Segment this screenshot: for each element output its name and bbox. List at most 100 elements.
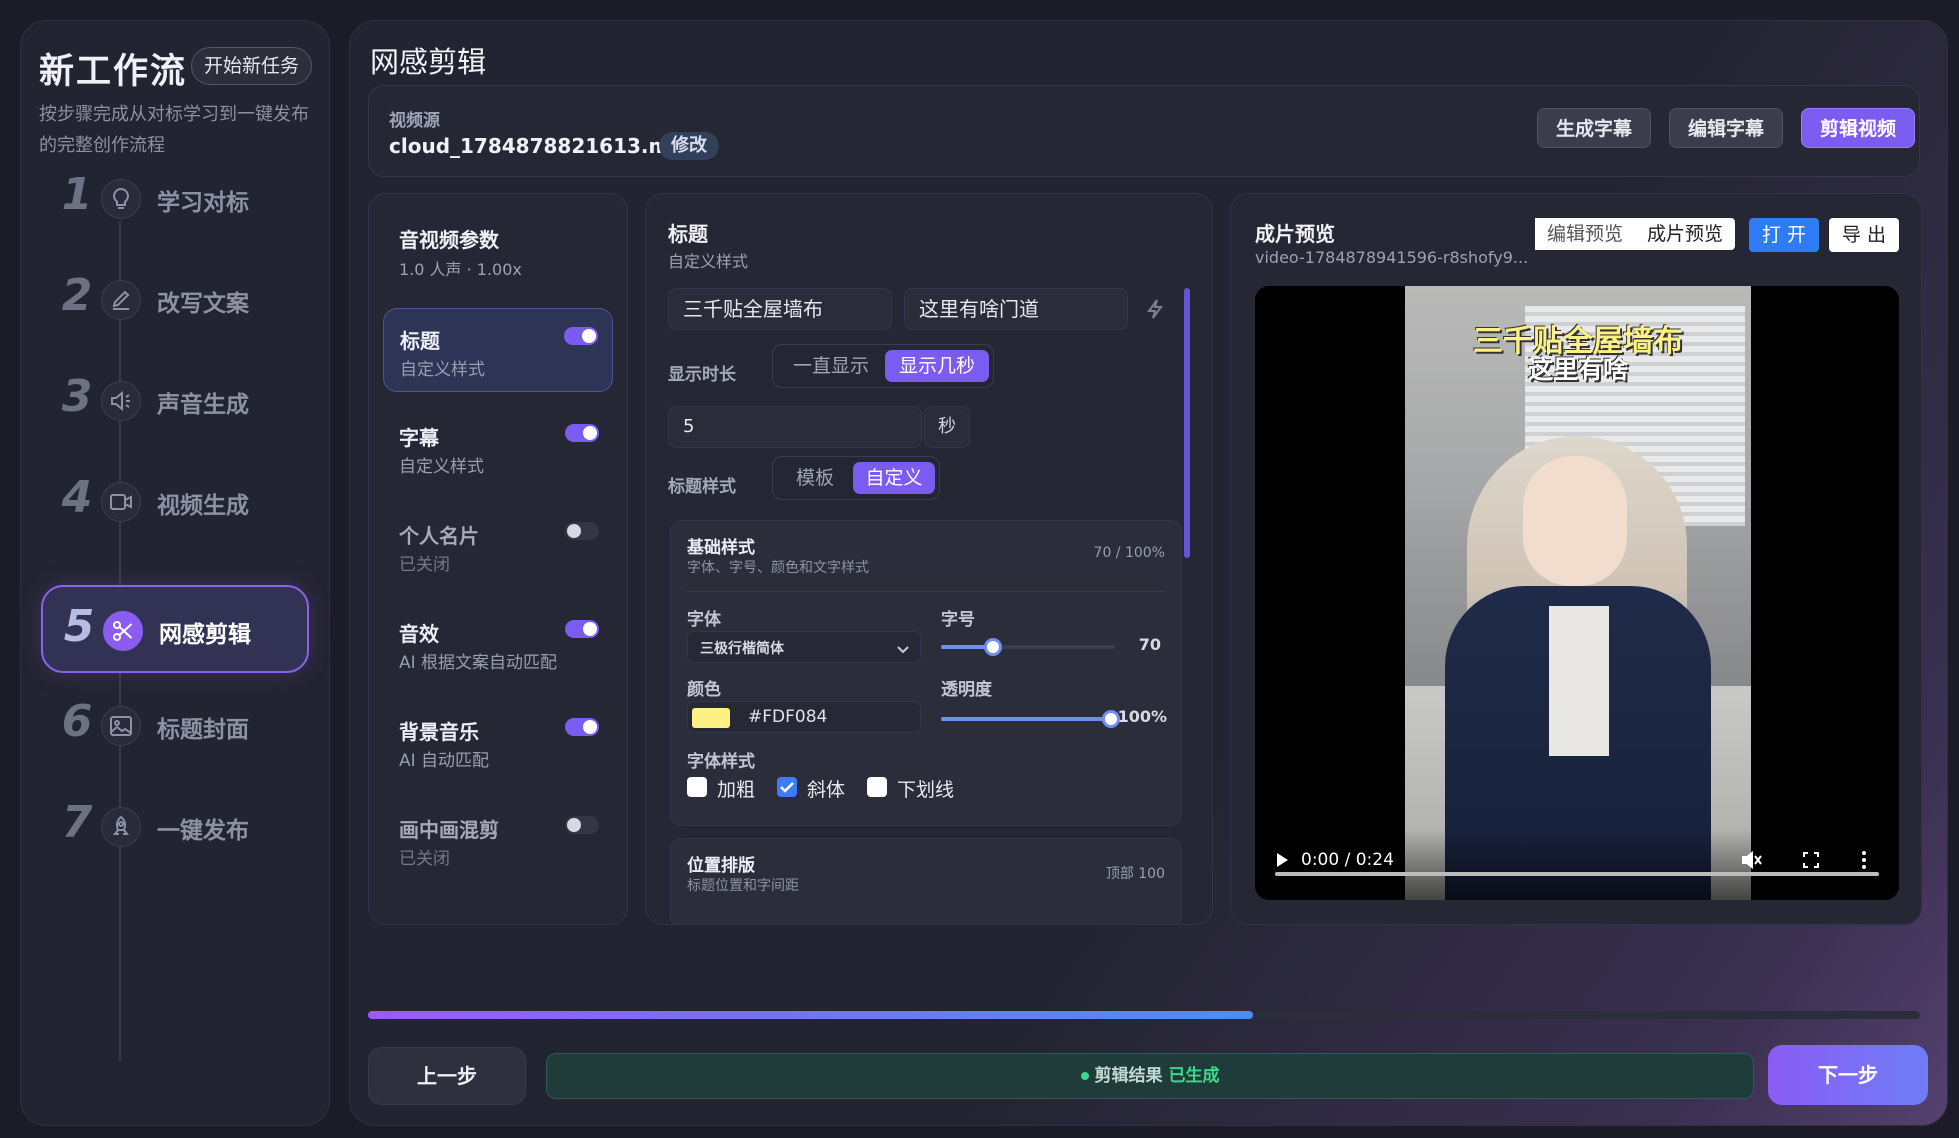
scrollbar[interactable] [1184,288,1190,558]
video-progress-bar[interactable] [1275,872,1879,876]
title-settings-subtitle: 自定义样式 [668,252,749,271]
step-title-cover[interactable]: 6 标题封面 [41,682,309,770]
step-smart-editing[interactable]: 5 网感剪辑 [41,585,309,673]
background-music-toggle[interactable] [565,718,599,736]
param-item-subtitles[interactable]: 字幕 自定义样式 [383,406,613,490]
duration-always-option[interactable]: 一直显示 [779,350,883,382]
title-style-label: 标题样式 [668,477,736,497]
title-line1-input[interactable]: 三千贴全屋墙布 [668,288,892,330]
previous-step-button[interactable]: 上一步 [368,1047,526,1105]
item-subtitle: AI 根据文案自动匹配 [399,653,558,673]
basic-style-title: 基础样式 [687,538,755,558]
step-number: 4 [61,472,93,523]
font-size-slider[interactable] [941,638,1115,656]
step-number: 5 [63,601,95,652]
step-rewrite-copy[interactable]: 2 改写文案 [41,256,309,344]
font-select-value: 三极行楷简体 [700,641,784,657]
modify-source-button[interactable]: 修改 [659,132,719,160]
step-one-click-publish[interactable]: 7 一键发布 [41,783,309,871]
slider-handle[interactable] [984,638,1003,656]
source-label: 视频源 [389,111,440,131]
position-value: 顶部 100 [1105,866,1165,882]
opacity-value: 100% [1117,707,1167,726]
step-label: 声音生成 [157,392,249,418]
title-toggle[interactable] [564,327,598,345]
export-button[interactable]: 导 出 [1829,218,1899,252]
edit-video-button[interactable]: 剪辑视频 [1801,108,1916,148]
step-voice-generation[interactable]: 3 声音生成 [41,357,309,445]
tab-final-preview[interactable]: 成片预览 [1635,218,1735,250]
param-item-sound-effects[interactable]: 音效 AI 根据文案自动匹配 [383,602,613,686]
mute-icon[interactable] [1741,850,1763,874]
video-caption-line2: 这里有啥 [1527,355,1628,384]
next-step-button[interactable]: 下一步 [1768,1045,1928,1105]
image-icon [101,706,141,746]
person-shirt [1549,606,1609,756]
play-icon[interactable] [1275,852,1289,872]
generate-subtitles-button[interactable]: 生成字幕 [1537,108,1652,148]
item-title: 字幕 [399,426,439,450]
item-subtitle: 自定义样式 [399,457,484,477]
subtitles-toggle[interactable] [565,424,599,442]
tab-edit-preview[interactable]: 编辑预览 [1535,218,1635,250]
fullscreen-icon[interactable] [1803,852,1819,872]
title-line2-input[interactable]: 这里有啥门道 [904,288,1128,330]
step-number: 7 [61,797,93,848]
item-title: 背景音乐 [399,720,479,744]
style-custom-option[interactable]: 自定义 [853,462,935,494]
duration-seconds-option[interactable]: 显示几秒 [885,350,989,382]
check-icon [780,782,794,793]
preview-title: 成片预览 [1255,222,1335,246]
result-status-bar: 剪辑结果 已生成 [546,1053,1754,1099]
pip-mix-toggle[interactable] [565,816,599,834]
step-video-generation[interactable]: 4 视频生成 [41,458,309,546]
param-item-title[interactable]: 标题 自定义样式 [383,308,613,392]
sound-effects-toggle[interactable] [565,620,599,638]
video-controls: 0:00 / 0:24 [1255,828,1899,900]
source-filename: cloud_1784878821613.mp4 [389,134,698,158]
preview-filename: video-1784878941596-r8shofy9... [1255,248,1529,267]
business-card-toggle[interactable] [565,522,599,540]
style-template-option[interactable]: 模板 [779,462,851,494]
param-item-background-music[interactable]: 背景音乐 AI 自动匹配 [383,700,613,784]
workflow-sidebar: 新工作流 开始新任务 按步骤完成从对标学习到一键发布的完整创作流程 1 学习对标… [20,20,330,1126]
step-number: 3 [61,371,93,422]
duration-label: 显示时长 [668,365,736,385]
preview-column: 成片预览 video-1784878941596-r8shofy9... 编辑预… [1230,193,1922,925]
pen-icon [101,280,141,320]
param-item-pip-mix[interactable]: 画中画混剪 已关闭 [383,798,613,882]
seconds-input[interactable]: 5 [668,406,922,448]
rocket-icon [101,807,141,847]
step-label: 一键发布 [157,818,249,844]
title-style-segmented: 模板 自定义 [772,456,940,500]
color-label: 颜色 [687,680,721,700]
param-item-business-card[interactable]: 个人名片 已关闭 [383,504,613,588]
duration-segmented: 一直显示 显示几秒 [772,344,994,388]
item-subtitle: 自定义样式 [400,360,485,380]
opacity-slider[interactable] [941,710,1120,728]
step-label: 学习对标 [157,190,249,216]
position-card[interactable]: 位置排版 标题位置和字间距 顶部 100 [670,838,1182,924]
preview-tabs: 编辑预览 成片预览 [1535,218,1735,250]
lightning-icon[interactable] [1146,298,1164,324]
main-panel: 网感剪辑 视频源 cloud_1784878821613.mp4 修改 生成字幕… [349,20,1948,1126]
font-select[interactable]: 三极行楷简体 [687,631,921,663]
bold-checkbox[interactable] [687,777,707,797]
basic-style-value: 70 / 100% [1093,545,1165,561]
color-swatch[interactable] [692,708,730,728]
color-input[interactable]: #FDF084 [687,701,921,733]
video-camera-icon [101,482,141,522]
more-options-icon[interactable] [1861,850,1867,874]
open-button[interactable]: 打 开 [1749,218,1819,252]
step-label: 改写文案 [157,291,249,317]
new-task-button[interactable]: 开始新任务 [191,47,313,85]
video-frame: 三千贴全屋墙布 这里有啥 [1405,286,1751,900]
italic-checkbox[interactable] [777,777,797,797]
workflow-progress-bar [368,1011,1920,1019]
video-player[interactable]: 三千贴全屋墙布 这里有啥 0:00 / 0:24 [1255,286,1899,900]
params-column: 音视频参数 1.0 人声 · 1.00x 标题 自定义样式 字幕 自定义样式 个… [368,193,628,925]
step-learn-benchmark[interactable]: 1 学习对标 [41,155,309,243]
underline-checkbox[interactable] [867,777,887,797]
edit-subtitles-button[interactable]: 编辑字幕 [1669,108,1784,148]
progress-fill [368,1011,1253,1019]
